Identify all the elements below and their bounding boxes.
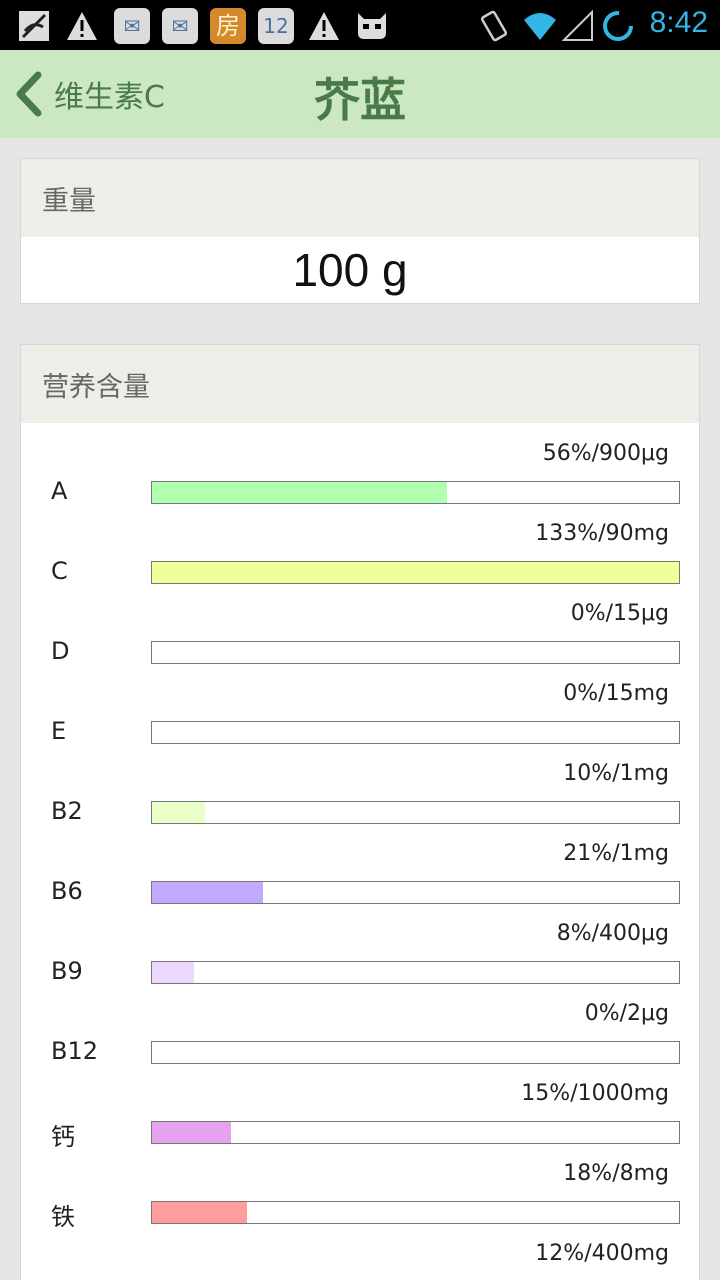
nutrient-value: 133%/90mg [535,521,669,546]
nutrient-progress-bar [151,961,680,984]
nutrient-progress-bar [151,561,680,584]
weight-card: 重量 100 g [20,158,700,304]
nutrient-progress-fill [152,802,205,823]
nutrient-value: 21%/1mg [563,841,669,866]
warning-icon [64,8,100,44]
nutrient-label: E [51,717,67,745]
nutrient-label: D [51,637,70,665]
nutrient-row: 12%/400mg [21,1223,699,1280]
nutrient-progress-bar [151,721,680,744]
no-sim-icon [16,8,52,44]
nutrient-row: 0%/15μg D [21,583,699,665]
nutrient-label: B12 [51,1037,99,1065]
nutrition-heading: 营养含量 [21,345,699,423]
app-store-icon: ✉ [162,8,198,44]
nutrient-value: 8%/400μg [556,921,669,946]
page-title: 芥蓝 [314,73,406,127]
nutrient-value: 18%/8mg [563,1161,669,1186]
nutrient-label: C [51,557,68,585]
nutrient-progress-bar [151,881,680,904]
nutrient-progress-fill [152,562,679,583]
nutrient-value: 0%/2μg [584,1001,669,1026]
nutrient-row: 10%/1mg B2 [21,743,699,825]
nutrient-progress-fill [152,1202,247,1223]
nutrient-label: B9 [51,957,83,985]
wifi-icon [522,8,558,44]
nutrient-progress-bar [151,481,680,504]
nutrient-progress-bar [151,1201,680,1224]
signal-icon [560,8,596,44]
nutrient-progress-fill [152,962,195,983]
nutrient-progress-fill [152,482,448,503]
vibrate-icon [476,8,512,44]
nutrient-progress-fill [152,882,263,903]
status-bar: ✉ ✉ 房 12 8:42 [0,0,720,50]
sync-icon [600,8,636,44]
nutrient-progress-bar [151,801,680,824]
nutrient-progress-fill [152,1122,232,1143]
nutrition-card: 营养含量 56%/900μg A 133%/90mg C 0%/15μg D 0%/15mg… [20,344,700,1280]
nutrient-row: 0%/2μg B12 [21,983,699,1065]
nutrient-row: 18%/8mg 铁 [21,1143,699,1231]
nutrient-value: 0%/15mg [563,681,669,706]
weight-value[interactable]: 100 g [21,237,699,303]
nutrient-row: 56%/900μg A [21,423,699,505]
weight-heading: 重量 [21,159,699,237]
status-time: 8:42 [649,6,708,39]
nutrient-row: 8%/400μg B9 [21,903,699,985]
nutrient-value: 12%/400mg [535,1241,669,1266]
nutrient-progress-bar [151,641,680,664]
nutrient-progress-bar [151,1041,680,1064]
nutrient-label: A [51,477,68,505]
app-store-12-icon: 12 [258,8,294,44]
app-header: 维生素C 芥蓝 [0,50,720,138]
nutrient-progress-bar [151,1121,680,1144]
nutrient-value: 56%/900μg [542,441,669,466]
nutrient-value: 15%/1000mg [521,1081,669,1106]
app-store-icon: ✉ [114,8,150,44]
nutrient-row: 21%/1mg B6 [21,823,699,905]
nutrient-row: 0%/15mg E [21,663,699,745]
warning-icon [306,8,342,44]
android-icon [354,8,390,44]
nutrient-row: 15%/1000mg 钙 [21,1063,699,1151]
fang-app-icon: 房 [210,8,246,44]
nutrient-value: 10%/1mg [563,761,669,786]
nutrient-label: B2 [51,797,83,825]
nutrient-row: 133%/90mg C [21,503,699,585]
nutrient-value: 0%/15μg [570,601,669,626]
nutrient-label: B6 [51,877,83,905]
